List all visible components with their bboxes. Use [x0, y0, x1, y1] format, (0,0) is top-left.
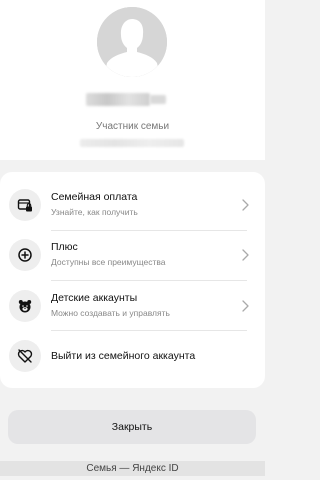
menu-item-title: Детские аккаунты	[51, 292, 138, 304]
avatar	[97, 7, 167, 77]
redacted-user-name	[86, 93, 150, 106]
menu-divider	[51, 330, 247, 331]
menu-item-subtitle: Доступны все преимущества	[51, 257, 166, 267]
redacted-user-email	[80, 139, 184, 147]
chevron-right-icon	[240, 299, 250, 313]
family-menu: Семейная оплата Узнайте, как получить Пл…	[0, 172, 265, 388]
menu-item-title: Плюс	[51, 241, 78, 253]
member-role: Участник семьи	[95, 121, 170, 132]
wallet-lock-icon	[9, 189, 41, 221]
chevron-right-icon	[240, 248, 250, 262]
menu-item-plus[interactable]: Плюс Доступны все преимущества	[0, 231, 265, 281]
menu-divider	[51, 280, 247, 281]
close-button[interactable]: Закрыть	[8, 410, 256, 444]
menu-item-subtitle: Можно создавать и управлять	[51, 308, 170, 318]
menu-item-family-payment[interactable]: Семейная оплата Узнайте, как получить	[0, 180, 265, 230]
chevron-right-icon	[240, 198, 250, 212]
profile-header: Участник семьи	[0, 0, 265, 160]
menu-item-kids-accounts[interactable]: Детские аккаунты Можно создавать и управ…	[0, 282, 265, 332]
menu-item-title: Семейная оплата	[51, 191, 138, 203]
bear-face-icon	[9, 290, 41, 322]
menu-item-title: Выйти из семейного аккаунта	[51, 350, 196, 362]
redacted-user-name-tail	[150, 95, 166, 104]
broken-heart-icon	[9, 340, 41, 372]
menu-item-leave-family[interactable]: Выйти из семейного аккаунта	[0, 332, 265, 382]
plus-circle-icon	[9, 239, 41, 271]
footer-caption: Семья — Яндекс ID	[86, 463, 179, 474]
menu-item-subtitle: Узнайте, как получить	[51, 207, 138, 217]
user-silhouette-icon	[97, 7, 167, 77]
